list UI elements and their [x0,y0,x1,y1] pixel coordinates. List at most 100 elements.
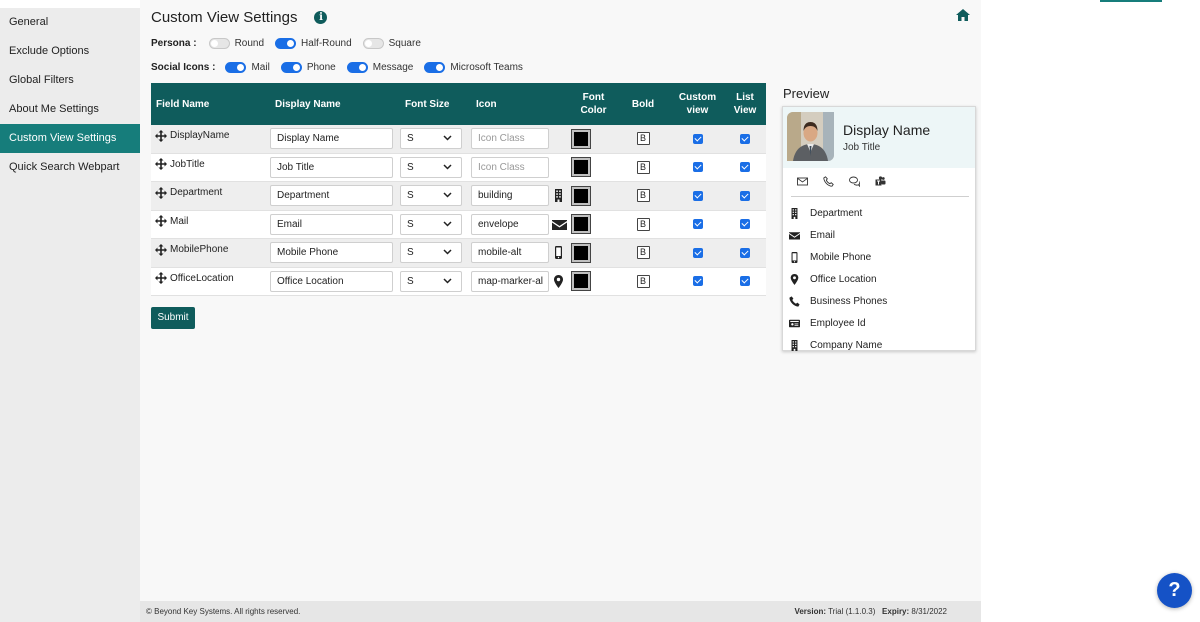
field-name-cell: MobilePhone [151,243,270,256]
icon-class-input[interactable]: envelope [471,213,549,235]
help-button[interactable]: ? [1157,573,1192,608]
social-option-phone[interactable]: Phone [280,62,336,73]
icon-class-input[interactable]: Icon Class [471,128,549,150]
bold-toggle-button[interactable]: B [636,160,650,174]
preview-field-list: Department Email Mobile Phone Office Loc… [789,202,887,356]
persona-option-round[interactable]: Round [208,38,264,49]
sidebar-item-general[interactable]: General [0,8,140,37]
bold-toggle-button[interactable]: B [636,189,650,203]
sidebar-item-custom-view-settings[interactable]: Custom View Settings [0,124,140,153]
mobile-icon [555,246,562,260]
font-color-swatch[interactable] [571,271,591,292]
font-color-swatch[interactable] [571,242,591,263]
mail-icon[interactable] [797,176,808,187]
chevron-down-icon [443,249,452,255]
persona-option-square[interactable]: Square [362,38,421,49]
font-size-value: S [407,161,414,173]
sidebar-item-global-filters[interactable]: Global Filters [0,66,140,95]
table-row: OfficeLocation Office Location S map-mar… [151,267,766,296]
font-color-swatch[interactable] [571,214,591,235]
font-size-select[interactable]: S [400,242,462,264]
move-icon[interactable] [155,243,167,256]
move-icon[interactable] [155,158,167,171]
preview-social-icons [797,176,901,187]
sidebar-item-quick-search-webpart[interactable]: Quick Search Webpart [0,153,140,182]
list-item: Employee Id [789,312,887,334]
sidebar-item-label: General [9,16,49,28]
toggle-switch[interactable] [346,62,368,73]
list-view-checkbox[interactable] [740,276,750,287]
toggle-switch[interactable] [424,62,446,73]
font-size-select[interactable]: S [400,185,462,207]
list-item-label: Business Phones [810,295,888,307]
font-size-select[interactable]: S [400,128,462,150]
table-row: JobTitle Job Title S Icon Class B [151,153,766,182]
custom-view-checkbox[interactable] [692,162,703,173]
toggle-switch[interactable] [225,62,247,73]
field-name-text: OfficeLocation [170,272,234,284]
sidebar-item-about-me-settings[interactable]: About Me Settings [0,95,140,124]
list-view-checkbox[interactable] [740,247,750,258]
custom-view-checkbox[interactable] [692,190,703,201]
move-icon[interactable] [155,129,167,142]
toggle-label: Mail [251,62,270,73]
field-name-cell: JobTitle [151,158,270,171]
persona-option-half-round[interactable]: Half-Round [275,38,352,49]
sidebar-item-exclude-options[interactable]: Exclude Options [0,37,140,66]
toggle-switch[interactable] [362,38,384,49]
submit-button[interactable]: Submit [151,307,195,329]
icon-class-input[interactable]: mobile-alt [471,242,549,264]
social-option-microsoft-teams[interactable]: Microsoft Teams [424,62,523,73]
toggle-switch[interactable] [280,62,302,73]
custom-view-checkbox[interactable] [692,247,703,258]
list-view-checkbox[interactable] [740,162,750,173]
social-option-message[interactable]: Message [346,62,413,73]
icon-class-input[interactable]: Icon Class [471,156,549,178]
font-size-select[interactable]: S [400,156,462,178]
bold-toggle-button[interactable]: B [636,274,650,288]
display-name-input[interactable]: Office Location [270,270,393,292]
persona-row: Persona : Round Half-Round Square [151,38,432,49]
preview-display-name: Display Name [843,122,931,138]
font-color-swatch[interactable] [571,128,591,149]
bold-toggle-button[interactable]: B [636,217,650,231]
list-view-checkbox[interactable] [740,219,750,230]
icon-class-input[interactable]: building [471,185,549,207]
font-size-select[interactable]: S [400,270,462,292]
list-view-checkbox[interactable] [740,190,750,201]
font-color-swatch[interactable] [571,185,591,206]
preview-card-header: Display Name Job Title [783,107,975,168]
info-icon[interactable]: i [314,11,328,24]
bold-toggle-button[interactable]: B [636,246,650,260]
move-icon[interactable] [155,215,167,228]
display-name-input[interactable]: Department [270,185,393,207]
list-item-label: Department [810,207,863,219]
microsoft-teams-icon[interactable] [875,176,886,187]
social-option-mail[interactable]: Mail [225,62,270,73]
display-name-input[interactable]: Mobile Phone [270,242,393,264]
custom-view-checkbox[interactable] [692,219,703,230]
display-name-input[interactable]: Job Title [270,156,393,178]
chat-icon[interactable] [849,176,860,187]
list-view-checkbox[interactable] [740,133,750,144]
display-name-input[interactable]: Email [270,213,393,235]
version-value: Trial (1.1.0.3) [828,607,876,616]
custom-view-checkbox[interactable] [692,276,703,287]
header-bold: Bold [631,98,655,110]
font-color-swatch[interactable] [571,157,591,178]
list-item-label: Office Location [810,273,877,285]
icon-class-input[interactable]: map-marker-al [471,270,549,292]
toggle-switch[interactable] [275,38,297,49]
move-icon[interactable] [155,272,167,285]
home-icon[interactable] [955,8,971,22]
phone-icon[interactable] [823,176,834,187]
display-name-input[interactable]: Display Name [270,128,393,150]
persona-label: Persona : [151,38,197,49]
bold-toggle-button[interactable]: B [636,132,650,146]
toggle-switch[interactable] [208,38,230,49]
font-size-select[interactable]: S [400,213,462,235]
move-icon[interactable] [155,186,167,199]
map-marker-icon [554,274,563,288]
custom-view-checkbox[interactable] [692,133,703,144]
map-marker-icon [790,273,799,285]
